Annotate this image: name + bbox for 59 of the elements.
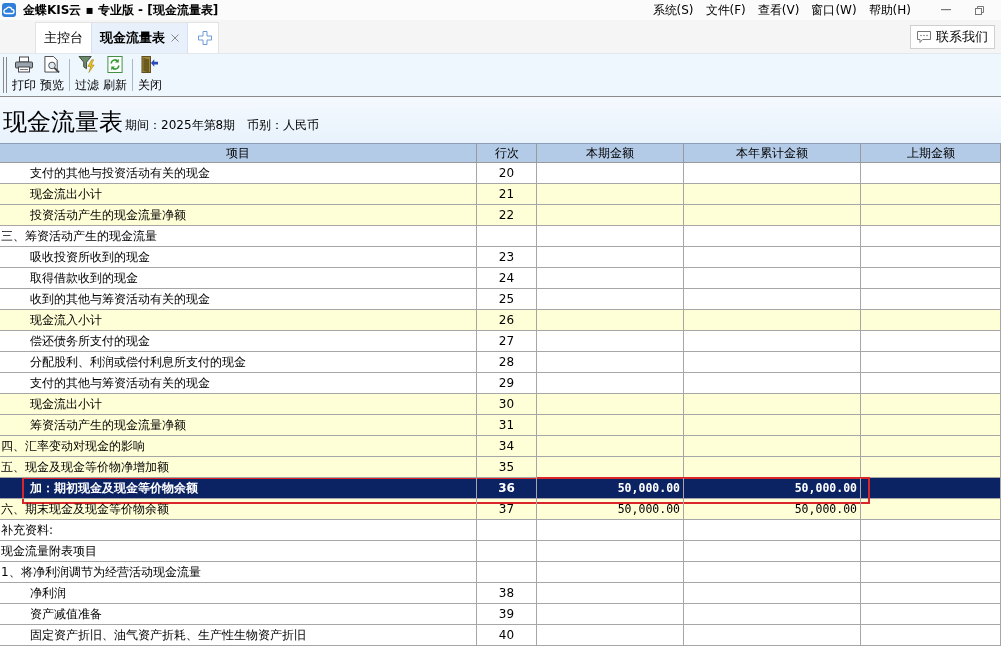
document-search-icon <box>43 56 61 73</box>
table-row[interactable]: 收到的其他与筹资活动有关的现金 25 <box>0 289 1001 310</box>
chat-icon <box>917 30 931 43</box>
restore-icon[interactable] <box>975 5 984 15</box>
toolbar-button[interactable]: 过滤 <box>73 54 101 96</box>
window-title: 金蝶KIS云 ▪ 专业版 - [现金流量表] <box>23 1 219 19</box>
table-row[interactable]: 支付的其他与筹资活动有关的现金 29 <box>0 373 1001 394</box>
menu-item[interactable]: 帮助(H) <box>868 1 911 19</box>
tab[interactable]: 现金流量表 <box>91 23 188 53</box>
table-row[interactable]: 取得借款收到的现金 24 <box>0 268 1001 289</box>
contact-button[interactable]: 联系我们 <box>910 24 995 49</box>
table-row[interactable]: 现金流出小计 21 <box>0 184 1001 205</box>
column-header: 项目 <box>0 144 477 162</box>
column-header: 本期金额 <box>537 144 684 162</box>
table-cell: 40 <box>477 625 537 646</box>
table-row[interactable]: 现金流入小计 26 <box>0 310 1001 331</box>
table-row[interactable]: 五、现金及现金等价物净增加额 35 <box>0 457 1001 478</box>
grip-icon[interactable] <box>3 57 7 93</box>
plus-icon[interactable] <box>198 31 212 45</box>
column-header: 本年累计金额 <box>684 144 861 162</box>
table-row[interactable]: 净利润 38 <box>0 583 1001 604</box>
period-label: 期间：2025年第8期 <box>125 117 236 134</box>
close-icon[interactable] <box>171 34 179 42</box>
table-cell: 五、现金及现金等价物净增加额 <box>0 457 477 478</box>
toolbar-button[interactable]: 预览 <box>38 54 66 96</box>
table-row[interactable]: 现金流量附表项目 <box>0 541 1001 562</box>
table-row[interactable]: 投资活动产生的现金流量净额 22 <box>0 205 1001 226</box>
table-row[interactable]: 补充资料: <box>0 520 1001 541</box>
column-header: 行次 <box>477 144 537 162</box>
funnel-icon <box>78 56 96 73</box>
table-row[interactable]: 四、汇率变动对现金的影响 34 <box>0 436 1001 457</box>
table-cell: 固定资产折旧、油气资产折耗、生产性生物资产折旧 <box>0 625 477 646</box>
table-row[interactable]: 筹资活动产生的现金流量净额 31 <box>0 415 1001 436</box>
column-header: 上期金额 <box>861 144 1001 162</box>
toolbar-button[interactable]: 打印 <box>10 54 38 96</box>
printer-icon <box>15 56 33 73</box>
table-row[interactable]: 偿还债务所支付的现金 27 <box>0 331 1001 352</box>
menu-item[interactable]: 查看(V) <box>757 1 800 19</box>
toolbar-button[interactable]: 刷新 <box>101 54 129 96</box>
table-row[interactable]: 1、将净利润调节为经营活动现金流量 <box>0 562 1001 583</box>
menu-item[interactable]: 系统(S) <box>652 1 694 19</box>
table-row[interactable]: 六、期末现金及现金等价物余额 37 50,000.00 50,000.00 <box>0 499 1001 520</box>
minimize-icon[interactable] <box>941 9 951 11</box>
currency-label: 币别：人民币 <box>247 117 320 134</box>
table-row[interactable]: 资产减值准备 39 <box>0 604 1001 625</box>
menu-item[interactable]: 文件(F) <box>705 1 746 19</box>
table-row[interactable]: 分配股利、利润或偿付利息所支付的现金 28 <box>0 352 1001 373</box>
report-title: 现金流量表 <box>3 110 123 134</box>
table-row[interactable]: 支付的其他与投资活动有关的现金 20 <box>0 163 1001 184</box>
tab[interactable]: 主控台 <box>36 23 91 53</box>
table-cell: 35 <box>477 457 537 478</box>
table-row[interactable]: 固定资产折旧、油气资产折耗、生产性生物资产折旧 40 <box>0 625 1001 646</box>
table-row[interactable]: 三、筹资活动产生的现金流量 <box>0 226 1001 247</box>
menu-item[interactable]: 窗口(W) <box>811 1 857 19</box>
table-row[interactable]: 现金流出小计 30 <box>0 394 1001 415</box>
refresh-icon <box>106 56 124 73</box>
toolbar-button[interactable]: 关闭 <box>136 54 164 96</box>
table-row[interactable]: 吸收投资所收到的现金 23 <box>0 247 1001 268</box>
door-icon <box>141 56 159 73</box>
